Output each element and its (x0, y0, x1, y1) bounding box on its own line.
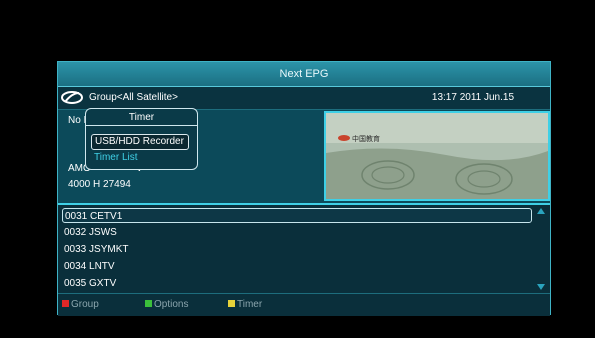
green-key-icon (145, 299, 152, 307)
channel-row[interactable]: 0032 JSWS (62, 225, 532, 240)
channel-row-selected[interactable]: 0031 CETV1 (62, 208, 532, 223)
usb-hdd-recorder-option[interactable]: USB/HDD Recorder (91, 134, 189, 150)
red-key-label: Group (71, 299, 99, 310)
scroll-down-arrow-icon[interactable] (537, 284, 545, 290)
timer-popup-title: Timer (86, 109, 197, 126)
datetime: 13:17 2011 Jun.15 (431, 92, 514, 103)
yellow-key-label: Timer (237, 299, 263, 310)
channel-list[interactable]: 0031 CETV1 0032 JSWS 0033 JSYMKT 0034 LN… (58, 205, 550, 293)
red-key-icon (62, 299, 69, 307)
red-key-group[interactable]: Group (62, 294, 99, 316)
preview-logo-text: 中国教育 (352, 134, 380, 143)
preview-image: 中国教育 (326, 113, 548, 199)
yellow-key-timer[interactable]: Timer (228, 294, 262, 316)
program-info-transponder: 4000 H 27494 (68, 179, 131, 190)
timer-list-option[interactable]: Timer List (91, 151, 187, 165)
yellow-key-icon (228, 299, 235, 307)
epg-screen: Next EPG Group<All Satellite> 13:17 2011… (57, 61, 551, 316)
green-key-label: Options (154, 299, 189, 310)
program-info-line: No I (68, 115, 87, 126)
satellite-icon (61, 91, 83, 104)
channel-row[interactable]: 0035 GXTV (62, 276, 532, 291)
green-key-options[interactable]: Options (145, 294, 188, 316)
timer-popup: Timer USB/HDD Recorder Timer List (85, 108, 198, 170)
info-bar: Group<All Satellite> 13:17 2011 Jun.15 (58, 87, 550, 110)
scroll-up-arrow-icon[interactable] (537, 208, 545, 214)
channel-row[interactable]: 0034 LNTV (62, 259, 532, 274)
video-preview: 中国教育 (324, 111, 550, 201)
screen-title: Next EPG (58, 62, 550, 87)
color-key-footer: Group Options Timer (58, 293, 550, 316)
group-label: Group<All Satellite> (89, 92, 178, 103)
channel-row[interactable]: 0033 JSYMKT (62, 242, 532, 257)
